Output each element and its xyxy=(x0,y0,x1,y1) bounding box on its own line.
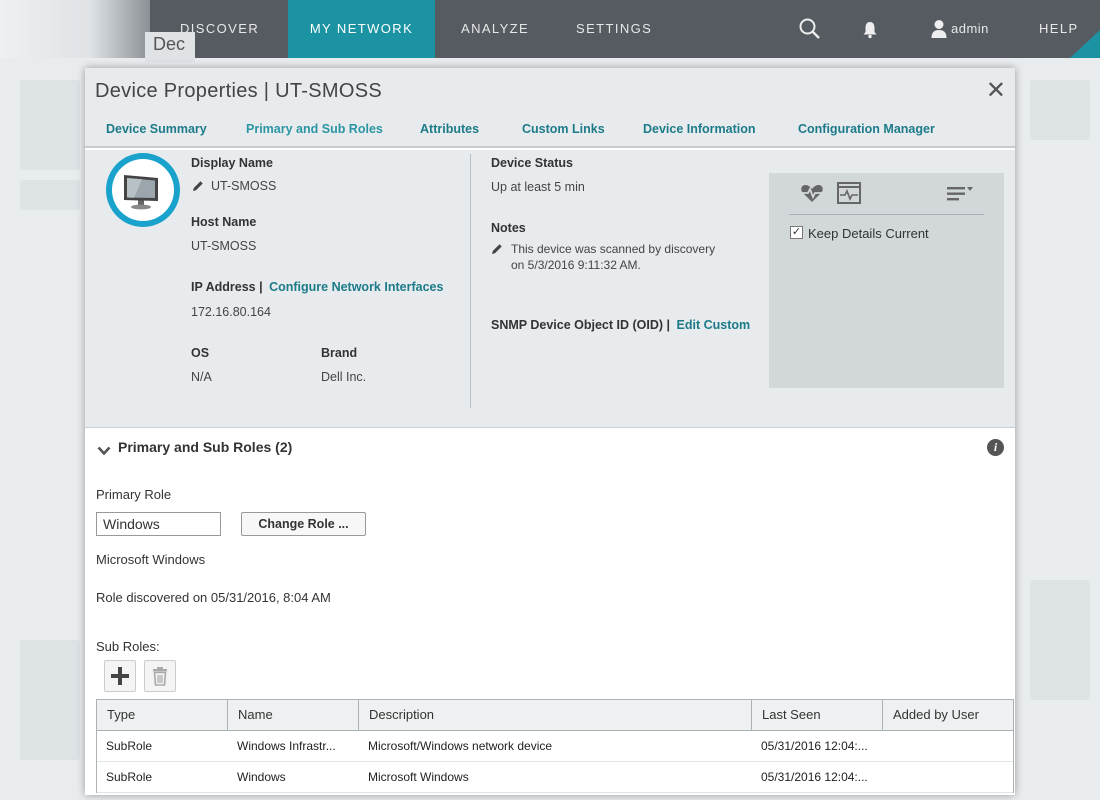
background-page-block xyxy=(20,80,80,170)
table-row[interactable]: SubRole Windows Infrastr... Microsoft/Wi… xyxy=(97,731,1013,762)
search-icon[interactable] xyxy=(798,17,822,46)
delete-sub-role-button[interactable] xyxy=(144,660,176,692)
notes-label: Notes xyxy=(491,221,526,235)
device-type-badge xyxy=(106,153,180,227)
cell-added-by-user xyxy=(883,731,1013,761)
device-actions-panel: ✓ Keep Details Current xyxy=(769,173,1004,388)
primary-role-field[interactable] xyxy=(96,512,221,536)
notes-line-2: on 5/3/2016 9:11:32 AM. xyxy=(511,258,641,272)
column-header-name[interactable]: Name xyxy=(228,700,359,730)
column-header-added-by-user[interactable]: Added by User xyxy=(883,700,1013,730)
host-name-value: UT-SMOSS xyxy=(191,239,257,253)
device-properties-dialog: Device Properties | UT-SMOSS ✕ Device Su… xyxy=(85,68,1015,795)
tab-device-information[interactable]: Device Information xyxy=(643,122,756,136)
snmp-oid-label: SNMP Device Object ID (OID) | Edit Custo… xyxy=(491,318,750,332)
background-tab-label: Dec xyxy=(145,32,195,62)
add-sub-role-button[interactable] xyxy=(104,660,136,692)
monitor-icon xyxy=(124,175,158,210)
table-header: Type Name Description Last Seen Added by… xyxy=(97,700,1013,731)
configure-network-interfaces-link[interactable]: Configure Network Interfaces xyxy=(269,280,443,294)
cell-type: SubRole xyxy=(106,770,153,784)
pencil-icon[interactable] xyxy=(192,179,204,197)
ip-address-label-text: IP Address | xyxy=(191,280,263,294)
host-name-label: Host Name xyxy=(191,215,257,229)
background-page-block xyxy=(1030,80,1090,140)
role-discovered-date: Role discovered on 05/31/2016, 8:04 AM xyxy=(96,590,331,605)
dialog-title: Device Properties | UT-SMOSS xyxy=(95,80,383,102)
cell-last-seen: 05/31/2016 12:04:... xyxy=(761,739,868,753)
edit-custom-link[interactable]: Edit Custom xyxy=(677,318,751,332)
nav-analyze[interactable]: ANALYZE xyxy=(461,0,529,58)
tab-device-summary[interactable]: Device Summary xyxy=(106,122,207,136)
activity-monitor-icon[interactable] xyxy=(837,182,861,209)
info-icon[interactable]: i xyxy=(987,439,1004,456)
brand-logo xyxy=(0,0,150,58)
nav-settings[interactable]: SETTINGS xyxy=(576,0,652,58)
roles-section-title[interactable]: Primary and Sub Roles (2) xyxy=(118,439,292,455)
corner-accent xyxy=(1070,30,1100,58)
snmp-oid-label-text: SNMP Device Object ID (OID) | xyxy=(491,318,671,332)
brand-label: Brand xyxy=(321,346,358,360)
trash-icon xyxy=(153,667,167,686)
panel-divider xyxy=(789,214,984,215)
os-value: N/A xyxy=(191,370,212,384)
sub-roles-table: Type Name Description Last Seen Added by… xyxy=(96,699,1014,793)
chevron-down-icon[interactable] xyxy=(97,443,111,461)
background-page-block xyxy=(20,180,80,210)
table-row[interactable]: SubRole Windows Microsoft Windows 05/31/… xyxy=(97,762,1013,793)
cell-description: Microsoft Windows xyxy=(368,770,469,784)
brand-value: Dell Inc. xyxy=(321,370,367,384)
background-page-block xyxy=(1030,580,1090,700)
device-status-label: Device Status xyxy=(491,156,573,170)
cell-type: SubRole xyxy=(106,739,153,753)
device-status-value: Up at least 5 min xyxy=(491,180,585,194)
notes-line-1[interactable]: This device was scanned by discovery xyxy=(511,242,715,256)
cell-name: Windows xyxy=(237,770,286,784)
dialog-header: Device Properties | UT-SMOSS ✕ Device Su… xyxy=(85,68,1015,148)
keep-details-current-checkbox[interactable]: ✓ xyxy=(790,226,803,239)
tab-attributes[interactable]: Attributes xyxy=(420,122,479,136)
os-label: OS xyxy=(191,346,210,360)
cell-added-by-user xyxy=(883,762,1013,792)
plus-icon xyxy=(111,667,129,685)
close-icon[interactable]: ✕ xyxy=(986,79,1006,103)
column-header-description[interactable]: Description xyxy=(359,700,752,730)
column-divider xyxy=(470,154,471,408)
role-description: Microsoft Windows xyxy=(96,552,206,567)
user-icon[interactable] xyxy=(931,19,947,44)
background-page-block xyxy=(20,640,80,760)
sub-roles-label: Sub Roles: xyxy=(96,639,160,654)
display-name-value[interactable]: UT-SMOSS xyxy=(211,179,276,193)
pencil-icon[interactable] xyxy=(491,242,503,260)
tab-primary-and-sub-roles[interactable]: Primary and Sub Roles xyxy=(246,122,383,136)
cell-last-seen: 05/31/2016 12:04:... xyxy=(761,770,868,784)
change-role-button[interactable]: Change Role ... xyxy=(241,512,366,536)
tab-configuration-manager[interactable]: Configuration Manager xyxy=(798,122,935,136)
heart-pulse-icon[interactable] xyxy=(800,182,824,209)
keep-details-current-label[interactable]: Keep Details Current xyxy=(808,226,929,241)
user-name[interactable]: admin xyxy=(951,0,989,58)
ip-address-label: IP Address | Configure Network Interface… xyxy=(191,280,443,294)
column-header-last-seen[interactable]: Last Seen xyxy=(752,700,883,730)
ip-address-value: 172.16.80.164 xyxy=(191,305,271,319)
cell-name: Windows Infrastr... xyxy=(237,739,336,753)
bell-icon[interactable] xyxy=(862,21,878,44)
nav-my-network[interactable]: MY NETWORK xyxy=(288,0,435,58)
display-name-label: Display Name xyxy=(191,156,273,170)
device-properties-panel: Display Name UT-SMOSS Host Name UT-SMOSS… xyxy=(85,150,1015,428)
column-header-type[interactable]: Type xyxy=(97,700,228,730)
primary-role-label: Primary Role xyxy=(96,487,172,502)
cell-description: Microsoft/Windows network device xyxy=(368,739,553,753)
menu-dropdown-icon[interactable] xyxy=(947,186,973,207)
tab-custom-links[interactable]: Custom Links xyxy=(522,122,605,136)
